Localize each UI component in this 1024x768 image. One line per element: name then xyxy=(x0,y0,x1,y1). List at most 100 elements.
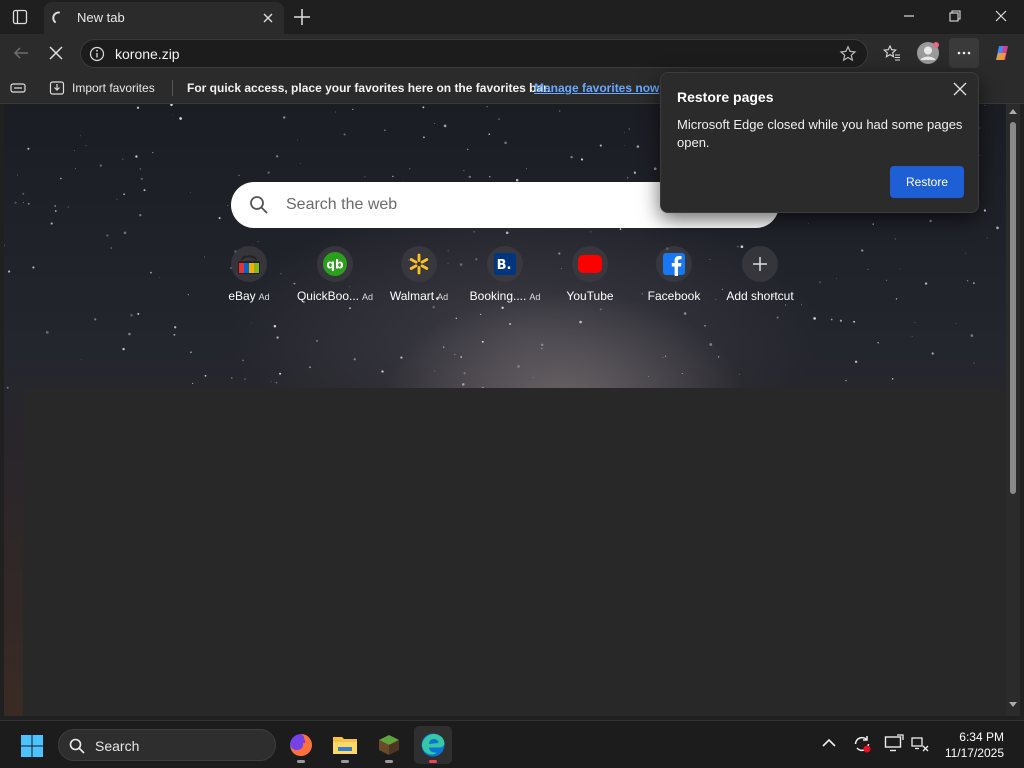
facebook-icon xyxy=(656,246,692,282)
ad-badge: Ad xyxy=(362,292,374,302)
search-placeholder: Search the web xyxy=(286,196,398,213)
search-icon xyxy=(250,196,268,214)
tab-actions-icon xyxy=(12,9,28,25)
booking-icon: B. xyxy=(487,246,523,282)
folder-icon xyxy=(333,737,357,754)
taskbar-search[interactable]: Search xyxy=(58,729,276,761)
walmart-icon xyxy=(401,246,437,282)
taskbar-minecraft[interactable] xyxy=(370,726,408,764)
import-favorites-button[interactable]: Import favorites xyxy=(72,81,155,95)
shortcut-label: Booking.... xyxy=(469,289,527,303)
close-icon xyxy=(995,10,1007,22)
minimize-icon xyxy=(904,15,914,17)
title-bar: New tab xyxy=(0,0,1024,34)
settings-and-more-button[interactable] xyxy=(949,38,979,68)
close-icon[interactable] xyxy=(952,81,968,97)
svg-text:qb: qb xyxy=(326,258,344,272)
shortcut-label: Walmart xyxy=(389,289,435,303)
scroll-down-arrow-icon[interactable] xyxy=(1009,700,1017,708)
stop-loading-button[interactable] xyxy=(41,38,71,68)
new-tab-icon[interactable] xyxy=(291,6,313,28)
restore-window-icon xyxy=(949,10,961,22)
plus-icon xyxy=(742,246,778,282)
back-button[interactable] xyxy=(6,38,36,68)
favorite-star-icon[interactable] xyxy=(839,45,857,63)
toolbar: korone.zip xyxy=(0,34,1024,72)
shortcut-label: Facebook xyxy=(647,289,701,303)
close-window-button[interactable] xyxy=(978,0,1024,32)
shortcut-label: QuickBoo... xyxy=(296,289,359,303)
running-indicator xyxy=(429,760,437,763)
shortcut-booking[interactable]: B. Booking.... Ad xyxy=(462,246,548,303)
scroll-up-arrow-icon[interactable] xyxy=(1009,108,1017,116)
minecraft-icon xyxy=(379,735,399,755)
shortcut-walmart[interactable]: Walmart Ad xyxy=(376,246,462,303)
tab-title: New tab xyxy=(77,10,125,25)
clock-date: 11/17/2025 xyxy=(944,746,1004,760)
ad-badge: Ad xyxy=(258,292,270,302)
running-indicator xyxy=(341,760,349,763)
system-clock[interactable]: 6:34 PM 11/17/2025 xyxy=(945,729,1004,761)
restore-window-button[interactable] xyxy=(932,0,978,32)
back-arrow-icon xyxy=(13,47,28,59)
ebay-icon xyxy=(231,246,267,282)
favorites-bar-hint: For quick access, place your favorites h… xyxy=(187,81,551,95)
shortcut-label: eBay xyxy=(228,289,256,303)
taskbar-file-explorer[interactable] xyxy=(326,726,364,764)
manage-favorites-link[interactable]: Manage favorites now xyxy=(534,81,659,95)
content-feed-panel xyxy=(23,388,1006,716)
dialog-title: Restore pages xyxy=(677,89,774,105)
restore-button[interactable]: Restore xyxy=(890,166,964,198)
svg-text:B.: B. xyxy=(497,258,512,273)
edge-window: New tab korone.zip Import favorites For … xyxy=(0,0,1024,768)
taskbar-search-label: Search xyxy=(95,738,140,754)
youtube-icon xyxy=(572,246,608,282)
tab-actions-button[interactable] xyxy=(8,6,32,28)
shortcut-label: YouTube xyxy=(566,289,614,303)
shortcut-ebay[interactable]: eBay Ad xyxy=(206,246,292,303)
loading-spinner-icon xyxy=(52,11,60,23)
profile-avatar-icon xyxy=(917,42,939,64)
profile-button[interactable] xyxy=(913,38,943,68)
shortcut-label: Add shortcut xyxy=(726,289,794,303)
shortcut-youtube[interactable]: YouTube xyxy=(547,246,633,303)
display-icon[interactable] xyxy=(884,734,904,754)
clock-time: 6:34 PM xyxy=(959,730,1004,744)
favorites-button[interactable] xyxy=(877,38,907,68)
taskbar: Search 6:34 PM 11/17/2025 xyxy=(0,720,1024,768)
windows-start-icon[interactable] xyxy=(20,734,44,758)
dialog-message: Microsoft Edge closed while you had some… xyxy=(677,117,963,150)
minimize-button[interactable] xyxy=(886,0,932,32)
shortcut-add[interactable]: Add shortcut xyxy=(717,246,803,303)
taskbar-edge[interactable] xyxy=(414,726,452,764)
running-indicator xyxy=(297,760,305,763)
shortcut-facebook[interactable]: Facebook xyxy=(631,246,717,303)
sync-icon[interactable] xyxy=(852,734,872,754)
shortcut-quickbooks[interactable]: qb QuickBoo... Ad xyxy=(292,246,378,303)
more-dots-icon xyxy=(957,51,971,55)
address-text[interactable]: korone.zip xyxy=(115,46,180,62)
hide-favorites-bar-icon[interactable] xyxy=(10,81,26,95)
tab-close-icon[interactable] xyxy=(260,10,276,26)
copilot-button[interactable] xyxy=(987,38,1017,68)
edge-icon xyxy=(421,733,445,757)
tab-new-tab[interactable]: New tab xyxy=(44,2,284,34)
taskbar-firefox[interactable] xyxy=(282,726,320,764)
copilot-icon xyxy=(996,46,1008,60)
quickbooks-icon: qb xyxy=(317,246,353,282)
stop-icon xyxy=(49,46,63,60)
vertical-scrollbar[interactable] xyxy=(1006,104,1020,716)
chevron-up-icon[interactable] xyxy=(822,738,836,748)
network-disconnected-icon[interactable] xyxy=(910,734,930,754)
firefox-icon xyxy=(290,734,312,756)
favbar-divider xyxy=(172,80,173,96)
restore-pages-dialog: Restore pages Microsoft Edge closed whil… xyxy=(660,72,979,213)
scrollbar-thumb[interactable] xyxy=(1010,122,1016,494)
ad-badge: Ad xyxy=(437,292,449,302)
search-icon xyxy=(69,738,85,754)
info-icon[interactable] xyxy=(89,46,105,62)
address-bar[interactable]: korone.zip xyxy=(80,39,868,68)
favorites-icon xyxy=(883,44,900,61)
ad-badge: Ad xyxy=(529,292,541,302)
running-indicator xyxy=(385,760,393,763)
